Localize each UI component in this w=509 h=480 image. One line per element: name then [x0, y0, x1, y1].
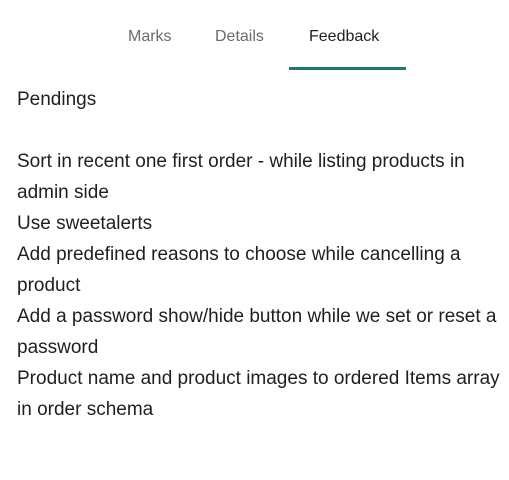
- tab-details[interactable]: Details: [215, 28, 264, 46]
- tab-bar: Marks Details Feedback: [0, 0, 509, 70]
- active-tab-indicator: [289, 67, 406, 70]
- pending-item-cancel-reasons: Add predefined reasons to choose while c…: [17, 244, 461, 296]
- tab-feedback[interactable]: Feedback: [309, 28, 379, 46]
- pending-item-order-schema: Product name and product images to order…: [17, 368, 500, 420]
- pendings-heading: Pendings: [17, 89, 97, 110]
- tab-marks[interactable]: Marks: [128, 28, 172, 46]
- pending-item-sweetalerts: Use sweetalerts: [17, 213, 153, 234]
- pending-item-sort-order: Sort in recent one first order - while l…: [17, 151, 465, 203]
- pending-list: Sort in recent one first order - while l…: [17, 146, 502, 425]
- pending-item-password-toggle: Add a password show/hide button while we…: [17, 306, 497, 358]
- feedback-panel: Pendings Sort in recent one first order …: [17, 84, 502, 425]
